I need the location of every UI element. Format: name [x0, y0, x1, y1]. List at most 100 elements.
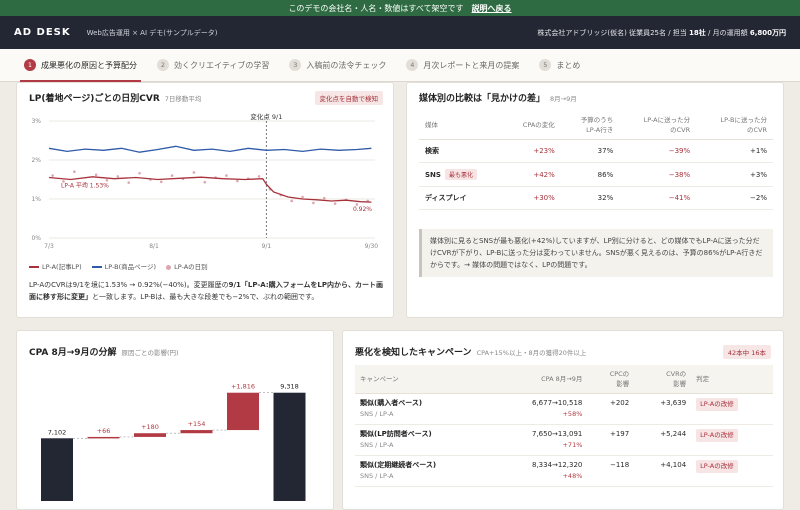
lp-a-daily-point	[138, 171, 141, 175]
tab-label: 月次レポートと来月の提案	[423, 60, 520, 70]
lp-a-daily-point	[225, 174, 228, 177]
campaign-channel: SNS / LP-A	[360, 410, 394, 418]
lp-a-daily-point	[322, 196, 326, 200]
campaign-cpa: 6,677→10,518	[531, 399, 583, 407]
tab-cause-budget[interactable]: 1 成果悪化の原因と予算配分	[14, 49, 147, 82]
bar-value-label: 9,318	[280, 383, 299, 391]
tab-label: 成果悪化の原因と予算配分	[41, 60, 137, 70]
org-budget: 6,800万円	[749, 28, 786, 37]
y-tick-label: 1%	[31, 196, 41, 203]
campaign-title: 悪化を検知したキャンペーン	[355, 348, 472, 358]
lp-a-daily-point	[333, 202, 337, 205]
campaign-cpc: +197	[587, 424, 635, 456]
x-tick-label: 9/30	[365, 243, 379, 250]
table-row: 検索 +23% 37% −39% +1%	[419, 139, 773, 163]
campaign-cpa: 7,650→13,091	[531, 430, 583, 438]
tab-label: 効くクリエイティブの学習	[174, 60, 270, 70]
campaign-channel: SNS / LP-A	[360, 472, 394, 480]
tab-creative-learning[interactable]: 2 効くクリエイティブの学習	[147, 49, 279, 81]
app-header: AD DESK Web広告運用 × AI デモ(サンプルデータ) 株式会社アドブ…	[0, 16, 800, 49]
campaign-cpa-pct: +58%	[562, 410, 583, 418]
media-insight-quote: 媒体別に見るとSNSが最も悪化(+42%)していますが、LP別に分けると、どの媒…	[419, 229, 773, 277]
media-name: ディスプレイ	[419, 186, 504, 210]
x-tick-label: 7/3	[44, 243, 54, 250]
col-media: 媒体	[419, 111, 504, 140]
demo-banner: このデモの会社名・人名・数値はすべて架空です 説明へ戻る	[0, 0, 800, 16]
cvr-line-chart: 3% 2% 1% 0%7/3 8/1 9/1 9/30 変化点 9/1 LP-A 平均 1.53…	[31, 112, 379, 250]
cvr-lp-a: −38%	[619, 162, 697, 187]
waterfall-card: CPA 8月→9月の分解 原因ごとの影響(円) 7,102 +66 +180 +154…	[16, 330, 334, 510]
lp-a-daily-point	[73, 170, 76, 173]
campaign-name: 類似(LP訪問者ベース)	[360, 430, 432, 438]
campaign-channel: SNS / LP-A	[360, 441, 394, 449]
campaign-cpa: 8,334→12,320	[531, 461, 583, 469]
auto-detect-badge: 変化点を自動で検知	[314, 91, 383, 105]
campaign-cpc: −118	[587, 455, 635, 487]
lp-a-daily-point	[257, 175, 261, 178]
campaign-cvr: +4,104	[634, 455, 692, 487]
campaign-name: 類似(定期継続者ベース)	[360, 461, 437, 469]
back-to-explanation-link[interactable]: 説明へ戻る	[472, 3, 512, 14]
table-row[interactable]: 類似(LP訪問者ベース) SNS / LP-A 7,650→13,091 +71% …	[355, 424, 773, 456]
col-cpc-impact: CPCの 影響	[587, 365, 635, 394]
lp-a-daily-point	[290, 199, 293, 203]
col-cpa-change: CPAの変化	[503, 111, 561, 140]
campaign-name: 類似(購入者ベース)	[360, 399, 423, 407]
media-table: 媒体 CPAの変化 予算のうち LP-A行き LP-Aに送った分 のCVR LP…	[419, 111, 773, 210]
bar-value-label: +180	[141, 423, 159, 431]
lp-a-daily-point	[159, 180, 163, 184]
verdict-badge[interactable]: LP-Aの改修	[696, 460, 738, 473]
legend-lp-a-label: LP-A(記事LP)	[42, 263, 82, 271]
legend-lp-b-label: LP-B(商品ページ)	[104, 263, 157, 271]
bar-value-label: 7,102	[48, 428, 67, 436]
delta-bar	[134, 433, 166, 437]
legend-lp-a-daily: LP-Aの日別	[166, 261, 208, 271]
media-card-title: 媒体別の比較は「見かけの差」 8月→9月	[419, 91, 577, 104]
cvr-lp-a: −41%	[619, 186, 697, 210]
delta-bar	[180, 430, 213, 434]
verdict-badge[interactable]: LP-Aの改修	[696, 429, 738, 442]
lp-b-line	[48, 145, 372, 153]
cvr-lp-b: +1%	[696, 139, 773, 163]
lp-a-daily-point	[116, 175, 120, 178]
lp-a-average-label: LP-A 平均 1.53%	[61, 181, 109, 189]
col-cpa: CPA 8月→9月	[491, 365, 588, 394]
legend-lp-b: LP-B(商品ページ)	[91, 261, 157, 271]
tab-monthly-report[interactable]: 4 月次レポートと来月の提案	[396, 49, 529, 81]
lp-a-daily-point	[51, 174, 54, 177]
verdict-badge[interactable]: LP-Aの改修	[696, 398, 738, 411]
col-verdict: 判定	[691, 365, 773, 394]
end-bar	[273, 392, 306, 501]
lp-a-daily-point	[192, 171, 196, 174]
org-prefix: 株式会社アドブリッジ(仮名) 従業員25名 / 担当	[537, 28, 690, 37]
tab-number: 2	[157, 59, 169, 71]
cvr-lp-b: −2%	[696, 186, 773, 210]
col-cvr-lp-b: LP-Bに送った分 のCVR	[696, 111, 773, 140]
table-row[interactable]: 類似(購入者ベース) SNS / LP-A 6,677→10,518 +58% +2…	[355, 393, 773, 425]
table-row: ディスプレイ +30% 32% −41% −2%	[419, 186, 773, 210]
media-name-cell: SNS 最も悪化	[419, 162, 504, 187]
campaign-card: 悪化を検知したキャンペーン CPA+15%以上・8月の獲得20件以上 42本中 …	[342, 330, 784, 510]
bar-value-label: +1,816	[231, 383, 255, 391]
table-row[interactable]: 類似(定期継続者ベース) SNS / LP-A 8,334→12,320 +48% …	[355, 455, 773, 487]
delta-bar	[227, 392, 259, 431]
lp-a-daily-point	[236, 179, 239, 183]
y-tick-label: 0%	[31, 235, 41, 242]
media-name: SNS	[425, 171, 441, 179]
app-logo[interactable]: AD DESK	[14, 27, 71, 38]
col-budget-share: 予算のうち LP-A行き	[560, 111, 620, 140]
tab-summary[interactable]: 5 まとめ	[529, 49, 590, 81]
table-row: SNS 最も悪化 +42% 86% −38% +3%	[419, 162, 773, 187]
org-info: 株式会社アドブリッジ(仮名) 従業員25名 / 担当 18社 / 月の運用額 6…	[537, 28, 786, 38]
bar-value-label: +154	[188, 420, 206, 428]
campaign-cvr: +3,639	[634, 393, 692, 425]
campaign-note: CPA+15%以上・8月の獲得20件以上	[476, 349, 587, 357]
budget-share: 37%	[560, 139, 620, 163]
tab-legal-check[interactable]: 3 入稿前の法令チェック	[279, 49, 396, 81]
demo-banner-text: このデモの会社名・人名・数値はすべて架空です	[288, 3, 464, 13]
org-clients: 18社	[689, 28, 706, 37]
media-title: 媒体別の比較は「見かけの差」	[419, 94, 546, 104]
campaign-cpa-pct: +71%	[562, 441, 583, 449]
waterfall-note: 原因ごとの影響(円)	[121, 349, 179, 357]
cpa-change: +42%	[503, 162, 561, 187]
